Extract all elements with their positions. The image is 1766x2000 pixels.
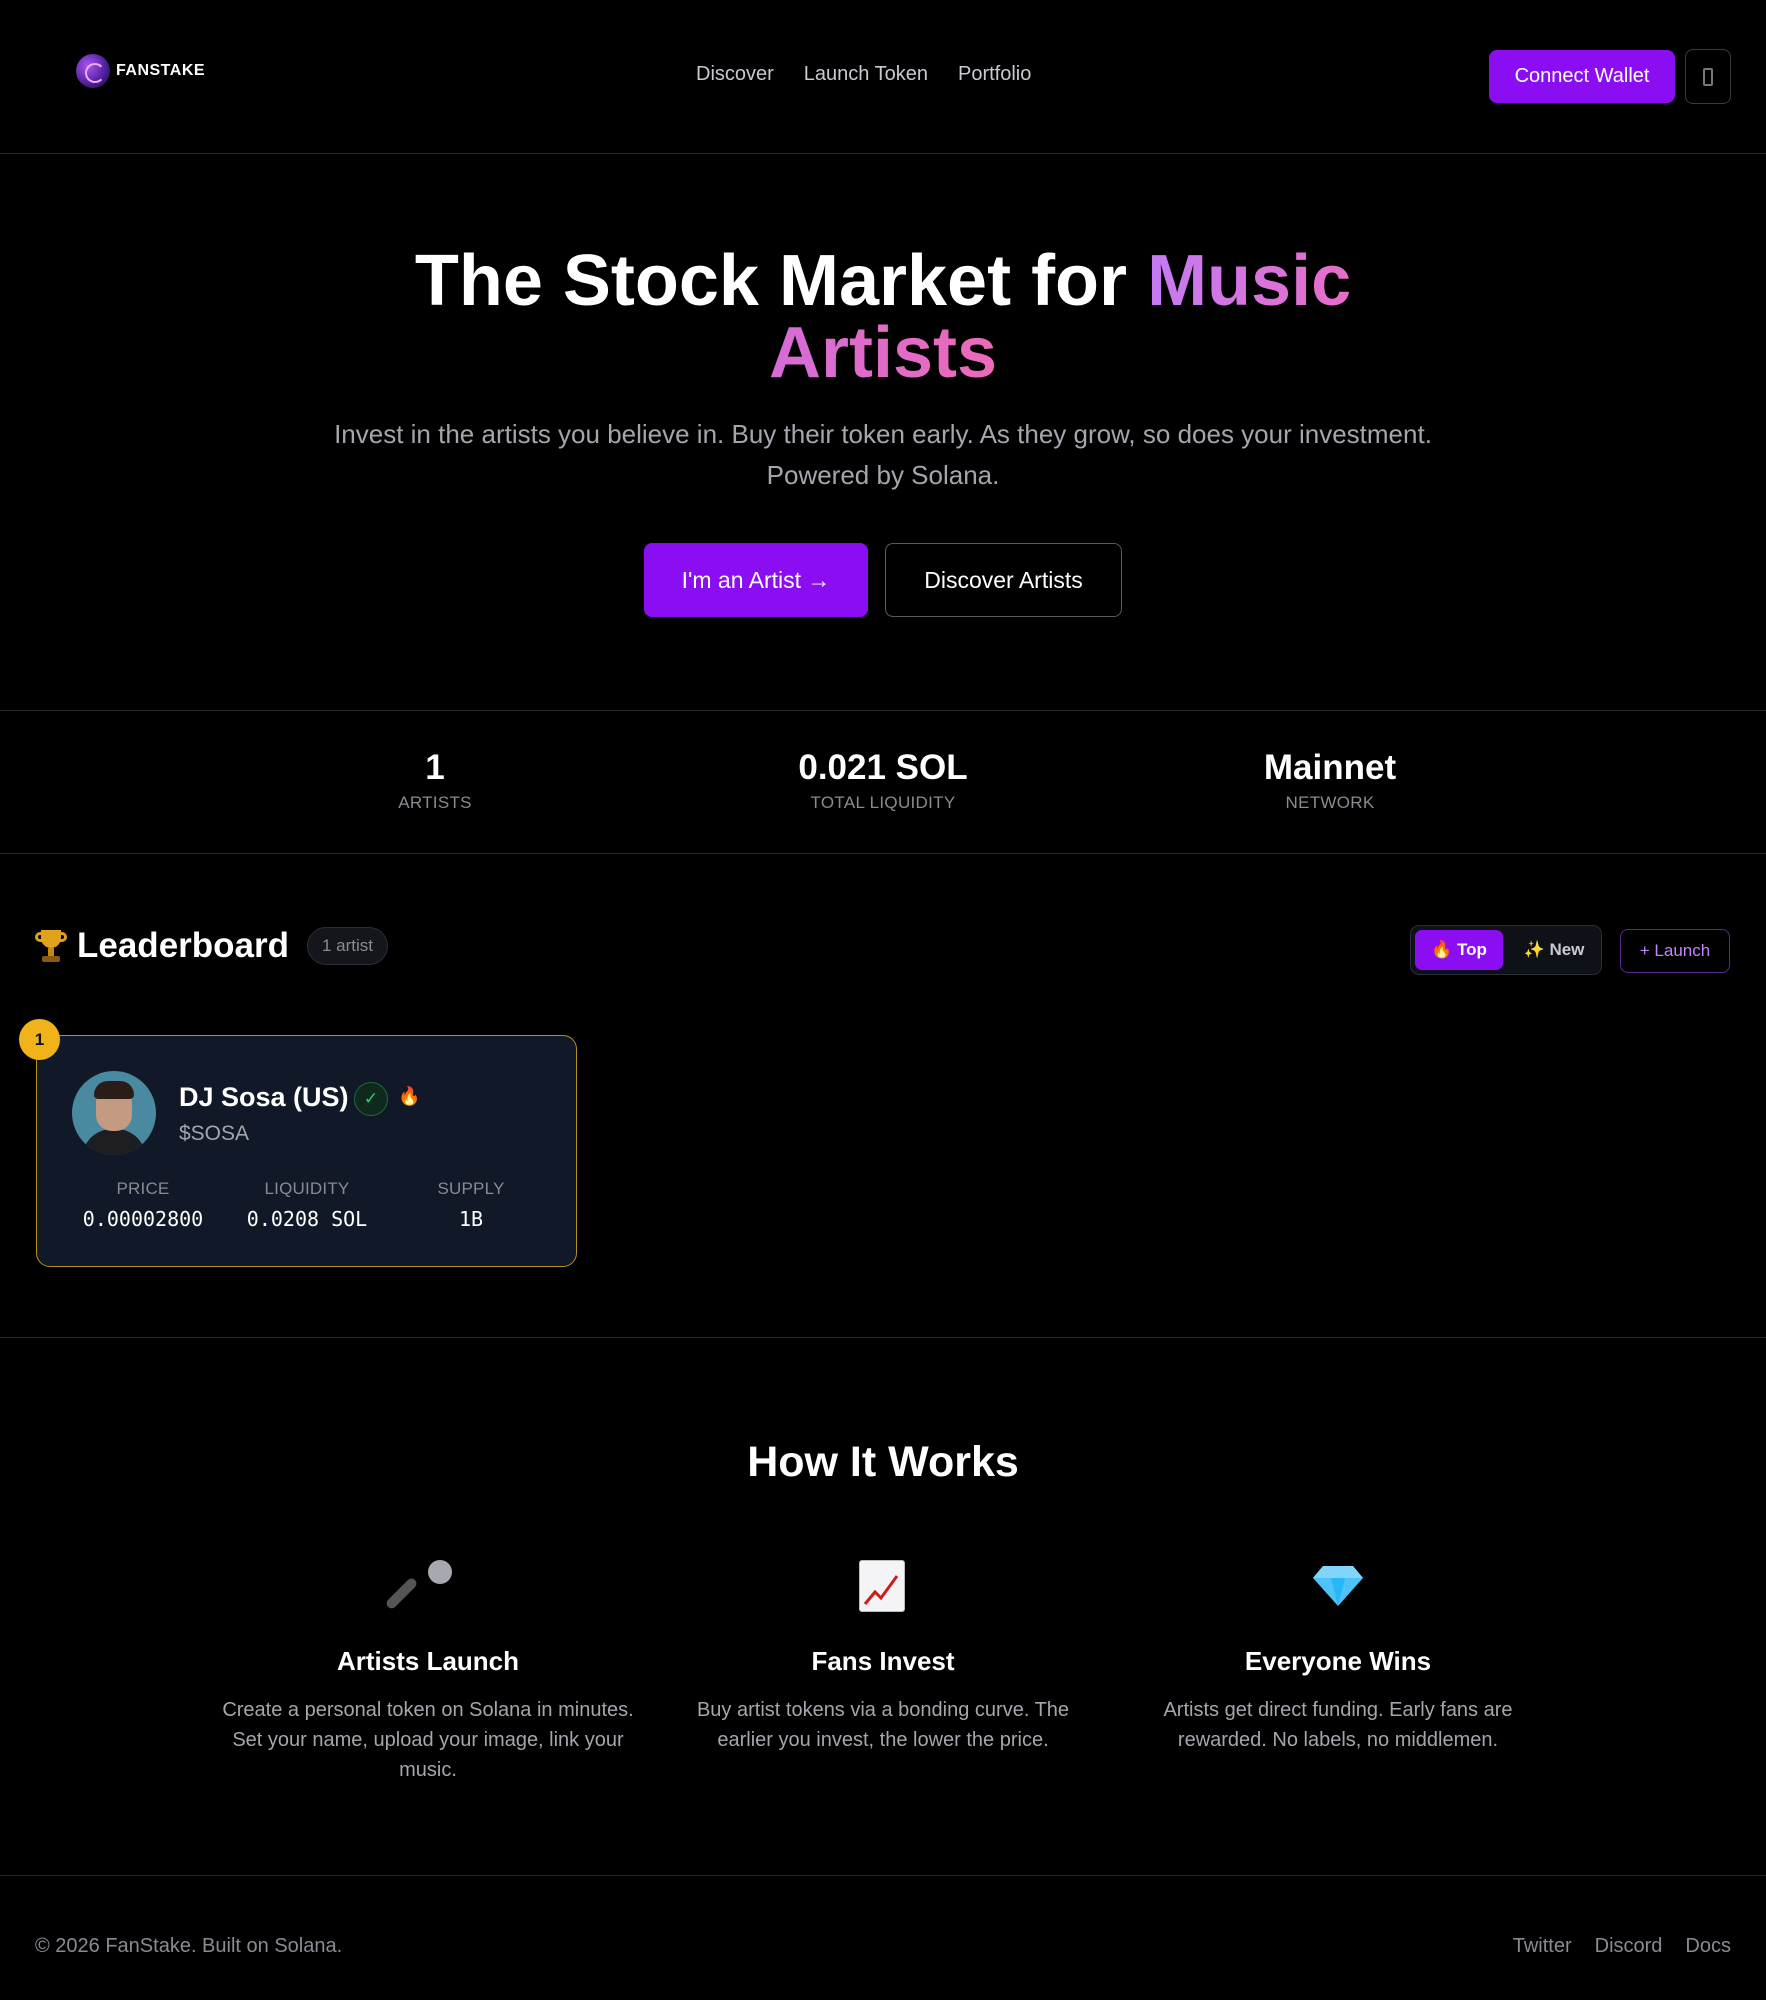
brand-logo[interactable]: FANSTAKE [76,54,205,88]
main-nav: Discover Launch Token Portfolio [696,63,1031,86]
artist-ticker: $SOSA [179,1122,250,1145]
footer-links: Twitter Discord Docs [1513,1935,1731,1958]
copyright-text: © 2026 FanStake. Built on Solana. [35,1935,343,1957]
stat-label: NETWORK [1285,793,1375,812]
hero-subtitle-line1: Invest in the artists you believe in. Bu… [334,419,1432,449]
artist-name: DJ Sosa (US) [179,1082,349,1112]
step-description: Buy artist tokens via a bonding curve. T… [696,1699,1070,1751]
verified-check-icon: ✓ [354,1082,388,1116]
metric-label: PRICE [116,1179,170,1198]
hero-title-accent-artists: Artists [768,313,998,393]
stat-value: Mainnet [1263,748,1397,787]
how-it-works-title: How It Works [747,1438,1019,1486]
artist-avatar [72,1071,156,1155]
leaderboard-title: Leaderboard [77,926,289,965]
step-description: Artists get direct funding. Early fans a… [1163,1699,1513,1751]
metric-label: SUPPLY [437,1179,505,1198]
chart-increasing-icon [853,1556,913,1616]
gem-icon [1308,1556,1368,1616]
step-artists-launch: Artists Launch Create a personal token o… [218,1556,638,1785]
stats-bar: 1 ARTISTS 0.021 SOL TOTAL LIQUIDITY Main… [0,710,1766,854]
rank-badge: 1 [19,1019,60,1060]
discover-artists-button[interactable]: Discover Artists [885,543,1122,617]
stat-network: Mainnet NETWORK [1180,749,1480,813]
step-title: Fans Invest [811,1646,955,1676]
footer: © 2026 FanStake. Built on Solana. Twitte… [0,1875,1766,2000]
hero-title-accent-music: Music [1147,241,1352,321]
stat-label: ARTISTS [398,793,472,812]
footer-link-docs[interactable]: Docs [1685,1935,1731,1958]
metric-price: PRICE 0.00002800 [68,1179,218,1231]
logo-icon [76,54,110,88]
metric-liquidity: LIQUIDITY 0.0208 SOL [232,1179,382,1231]
metric-value: 0.00002800 [82,1207,204,1231]
trophy-icon [35,928,67,964]
step-everyone-wins: Everyone Wins Artists get direct funding… [1128,1556,1548,1755]
hero-subtitle-line2: Powered by Solana. [766,460,1000,490]
nav-launch-token[interactable]: Launch Token [804,63,928,86]
artist-count-badge: 1 artist [307,927,389,965]
stat-label: TOTAL LIQUIDITY [810,793,956,812]
fire-icon: 🔥 [398,1086,421,1106]
step-title: Everyone Wins [1244,1646,1432,1676]
im-an-artist-button[interactable]: I'm an Artist → [644,543,868,617]
metric-label: LIQUIDITY [264,1179,350,1198]
stat-value: 1 [425,748,445,787]
mobile-menu-button[interactable] [1685,49,1731,104]
footer-link-twitter[interactable]: Twitter [1513,1935,1572,1958]
tab-top[interactable]: 🔥 Top [1415,930,1503,970]
sort-toggle: 🔥 Top ✨ New [1410,925,1602,975]
stat-value: 0.021 SOL [798,748,968,787]
launch-button[interactable]: + Launch [1620,929,1730,973]
leaderboard-header: Leaderboard 1 artist [35,926,389,966]
footer-link-discord[interactable]: Discord [1595,1935,1663,1958]
metric-value: 0.0208 SOL [246,1207,368,1231]
how-it-works-section: How It Works Artists Launch Create a per… [0,1337,1766,1875]
stat-artists: 1 ARTISTS [285,749,585,813]
hero-title-main: The Stock Market for [414,241,1148,321]
stat-total-liquidity: 0.021 SOL TOTAL LIQUIDITY [733,749,1033,813]
hero-title: The Stock Market for Music Artists [0,245,1766,389]
top-header: FANSTAKE Discover Launch Token Portfolio… [0,0,1766,154]
metric-value: 1B [458,1207,484,1231]
step-description: Create a personal token on Solana in min… [222,1699,634,1781]
metric-supply: SUPPLY 1B [396,1179,546,1231]
brand-name: FANSTAKE [116,62,206,79]
phone-icon [1703,67,1713,86]
nav-discover[interactable]: Discover [696,63,774,86]
microphone-icon [384,1556,458,1616]
nav-portfolio[interactable]: Portfolio [958,63,1031,86]
hero-subtitle: Invest in the artists you believe in. Bu… [300,414,1466,496]
tab-new[interactable]: ✨ New [1511,930,1597,970]
artist-card[interactable]: DJ Sosa (US) ✓ 🔥 $SOSA PRICE 0.00002800 … [36,1035,577,1267]
connect-wallet-button[interactable]: Connect Wallet [1489,50,1675,103]
step-title: Artists Launch [336,1646,520,1676]
step-fans-invest: Fans Invest Buy artist tokens via a bond… [673,1556,1093,1755]
